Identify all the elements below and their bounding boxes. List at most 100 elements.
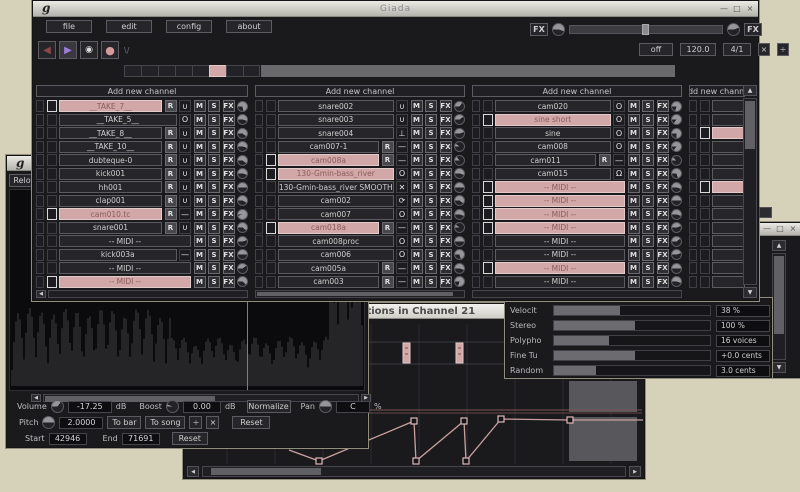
channel-play-button[interactable] — [483, 262, 493, 274]
channel-mode-icon[interactable]: ∪ — [179, 100, 191, 112]
mute-button[interactable]: M — [194, 235, 206, 247]
channel-play-button[interactable] — [483, 141, 493, 153]
channel-play-button[interactable] — [700, 276, 710, 288]
channel-sample-button[interactable] — [712, 195, 745, 207]
solo-button[interactable]: S — [642, 222, 654, 234]
menu-about[interactable]: about — [226, 20, 272, 33]
solo-button[interactable]: S — [642, 249, 654, 261]
channel-sample-button[interactable]: -- MIDI -- — [495, 262, 625, 274]
channel-actions-button[interactable]: R — [165, 100, 177, 112]
channel-volume-knob[interactable] — [454, 263, 465, 274]
mute-button[interactable]: M — [411, 195, 423, 207]
param-slider[interactable] — [553, 365, 711, 376]
meter-button[interactable]: 4/1 — [723, 43, 751, 56]
column-scrollbar[interactable] — [472, 290, 682, 298]
channel-io-indicator[interactable] — [36, 208, 44, 220]
channel-io-indicator[interactable] — [36, 195, 44, 207]
channel-sample-button[interactable]: cam015 — [495, 168, 611, 180]
channel-mode-icon[interactable]: ∪ — [179, 141, 191, 153]
channel-sample-button[interactable]: -- MIDI -- — [59, 276, 191, 288]
solo-button[interactable]: S — [208, 276, 220, 288]
channel-play-button[interactable] — [266, 181, 276, 193]
fx-button[interactable]: FX — [440, 141, 452, 153]
channel-sample-button[interactable] — [712, 154, 745, 166]
fx-button[interactable]: FX — [223, 154, 235, 166]
channel-play-button[interactable] — [700, 181, 710, 193]
mute-button[interactable]: M — [194, 276, 206, 288]
channel-sample-button[interactable]: snare003 — [278, 114, 394, 126]
channel-io-indicator[interactable] — [689, 114, 697, 126]
channel-play-button[interactable] — [700, 168, 710, 180]
solo-button[interactable]: S — [208, 141, 220, 153]
scrollbar-thumb[interactable] — [774, 256, 784, 334]
mute-button[interactable]: M — [628, 127, 640, 139]
channel-volume-knob[interactable] — [237, 249, 248, 260]
channel-play-button[interactable] — [483, 249, 493, 261]
param-slider[interactable] — [553, 350, 711, 361]
fx-button[interactable]: FX — [223, 100, 235, 112]
channel-actions-button[interactable]: R — [165, 141, 177, 153]
channel-sample-button[interactable]: kick003a — [59, 249, 177, 261]
solo-button[interactable]: S — [425, 114, 437, 126]
channel-io-indicator[interactable] — [255, 114, 263, 126]
channel-actions-button[interactable]: R — [599, 154, 611, 166]
channel-io-indicator[interactable] — [689, 195, 697, 207]
channel-volume-knob[interactable] — [454, 276, 465, 287]
pitch-to-bar-button[interactable]: To bar — [107, 416, 141, 429]
channel-io-indicator[interactable] — [36, 235, 44, 247]
channel-sample-button[interactable] — [712, 276, 745, 288]
channel-sample-button[interactable]: __TAKE_7__ — [59, 100, 162, 112]
channel-play-button[interactable] — [700, 141, 710, 153]
channel-volume-knob[interactable] — [237, 155, 248, 166]
fx-button[interactable]: FX — [440, 276, 452, 288]
solo-button[interactable]: S — [208, 168, 220, 180]
channel-volume-knob[interactable] — [237, 276, 248, 287]
channel-play-button[interactable] — [483, 195, 493, 207]
param-value[interactable]: +0.0 cents — [716, 350, 770, 362]
channel-io-indicator[interactable] — [255, 276, 263, 288]
meter-handle[interactable] — [642, 24, 649, 35]
channel-volume-knob[interactable] — [454, 141, 465, 152]
mute-button[interactable]: M — [411, 114, 423, 126]
input-record-button[interactable]: ● — [101, 41, 119, 59]
channel-sample-button[interactable]: cam020 — [495, 100, 611, 112]
channel-io-indicator[interactable] — [255, 235, 263, 247]
channel-io-indicator[interactable] — [255, 127, 263, 139]
channel-play-button[interactable] — [47, 168, 57, 180]
solo-button[interactable]: S — [208, 100, 220, 112]
solo-button[interactable]: S — [642, 154, 654, 166]
solo-button[interactable]: S — [208, 127, 220, 139]
channel-mode-icon[interactable]: ∪ — [179, 127, 191, 139]
fx-button[interactable]: FX — [657, 235, 669, 247]
boost-knob[interactable] — [166, 400, 179, 413]
channel-volume-knob[interactable] — [454, 101, 465, 112]
solo-button[interactable]: S — [425, 208, 437, 220]
channel-io-indicator[interactable] — [472, 249, 480, 261]
channel-sample-button[interactable] — [712, 222, 745, 234]
mute-button[interactable]: M — [194, 154, 206, 166]
channel-volume-knob[interactable] — [671, 128, 682, 139]
channel-io-indicator[interactable] — [689, 127, 697, 139]
channel-io-indicator[interactable] — [255, 100, 263, 112]
fx-button[interactable]: FX — [657, 276, 669, 288]
channel-play-button[interactable] — [700, 195, 710, 207]
mute-button[interactable]: M — [411, 249, 423, 261]
solo-button[interactable]: S — [425, 276, 437, 288]
fx-button[interactable]: FX — [440, 154, 452, 166]
pitch-to-song-button[interactable]: To song — [145, 416, 185, 429]
param-slider[interactable] — [553, 305, 711, 316]
normalize-button[interactable]: Normalize — [247, 400, 291, 413]
channel-volume-knob[interactable] — [454, 155, 465, 166]
solo-button[interactable]: S — [642, 195, 654, 207]
menu-config[interactable]: config — [166, 20, 212, 33]
channel-volume-knob[interactable] — [237, 182, 248, 193]
channel-sample-button[interactable]: -- MIDI -- — [495, 249, 625, 261]
channel-sample-button[interactable]: dubteque-0 — [59, 154, 162, 166]
scroll-left-button[interactable]: ◀ — [36, 290, 46, 298]
metronome-icon[interactable]: \/ — [124, 46, 129, 55]
fx-button[interactable]: FX — [223, 127, 235, 139]
solo-button[interactable]: S — [425, 222, 437, 234]
solo-button[interactable]: S — [642, 181, 654, 193]
channel-volume-knob[interactable] — [237, 141, 248, 152]
fx-button[interactable]: FX — [223, 235, 235, 247]
